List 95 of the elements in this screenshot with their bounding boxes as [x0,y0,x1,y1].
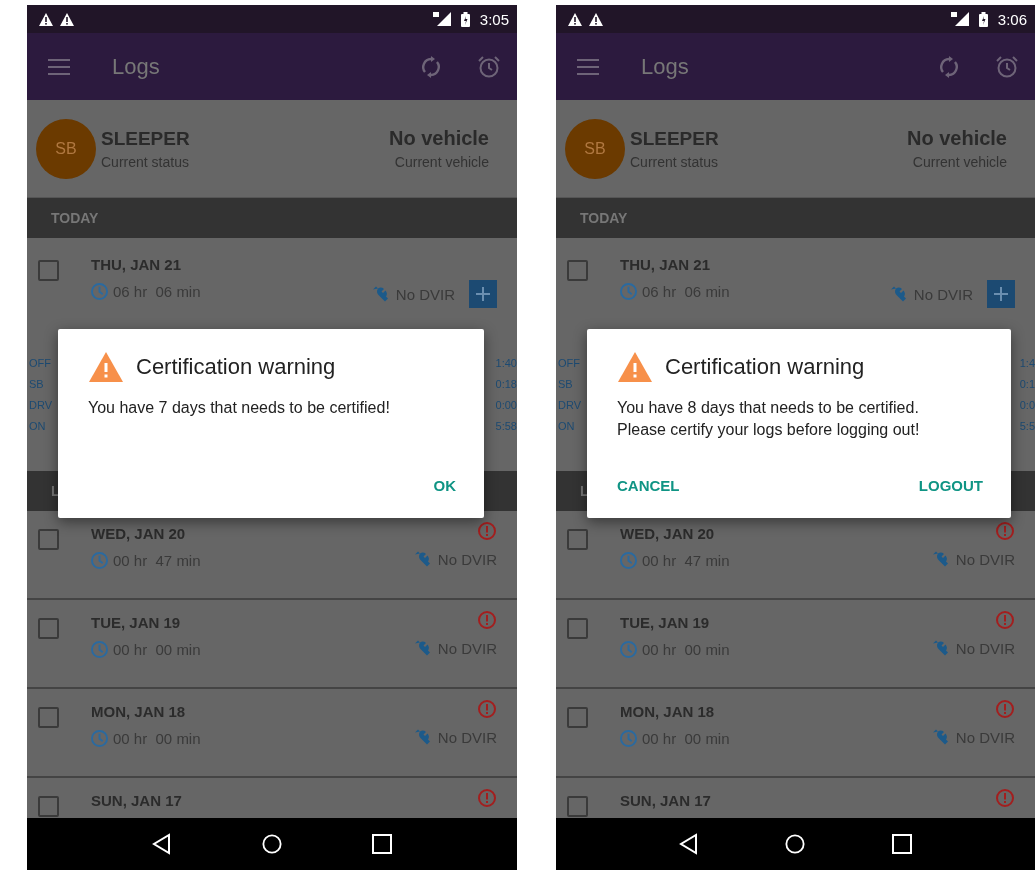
duty-total: 0:1 [1019,377,1035,392]
vehicle-value: No vehicle [906,127,1007,150]
plus-icon [475,286,491,302]
dialog-title: Certification warning [665,354,865,380]
duty-status-label: OFF [558,356,581,371]
duty-total: 5:58 [495,419,517,434]
warning-icon [88,351,124,383]
log-date[interactable]: SUN, JAN 17 [91,792,477,809]
menu-icon[interactable] [577,58,599,75]
checkbox[interactable] [38,707,59,728]
section-title: TODAY [51,210,99,226]
duty-status-label: DRV [29,398,53,413]
dialog-button[interactable]: OK [433,471,456,500]
log-date[interactable]: MON, JAN 18 [620,703,930,720]
clock-icon [91,552,108,569]
alert-icon [995,521,1015,541]
warning-icon [60,12,74,26]
clock-time: 3:06 [997,10,1027,28]
status-value: SLEEPER [630,127,719,150]
warning-icon [589,12,603,26]
clock-icon [620,730,637,747]
sync-icon[interactable] [419,54,443,79]
log-date[interactable]: SUN, JAN 17 [620,792,995,809]
checkbox[interactable] [567,707,588,728]
status-value: SLEEPER [101,127,190,150]
checkbox[interactable] [38,260,59,281]
duty-total: 0:0 [1019,398,1035,413]
duty-status-label: ON [29,419,47,434]
home-icon[interactable] [262,833,282,855]
sync-icon[interactable] [937,54,961,79]
log-date[interactable]: MON, JAN 18 [91,703,412,720]
checkbox[interactable] [567,618,588,639]
alert-icon [477,699,497,719]
section-title: TODAY [580,210,628,226]
warning-icon [568,12,582,26]
screen-title: Logs [112,53,160,80]
duty-total: 0:00 [495,398,517,413]
warning-icon [617,351,653,383]
clock-icon [91,730,108,747]
log-date[interactable]: THU, JAN 21 [91,256,370,273]
signal-icon [432,12,451,26]
duty-total: 0:18 [495,377,517,392]
log-date[interactable]: WED, JAN 20 [91,525,412,542]
log-date[interactable]: WED, JAN 20 [620,525,930,542]
duty-status-label: SB [29,377,45,392]
recents-icon[interactable] [372,833,392,855]
clock-icon [620,552,637,569]
alert-icon [477,521,497,541]
checkbox[interactable] [38,618,59,639]
alarm-clock-icon[interactable] [477,54,501,79]
vehicle-value: No vehicle [388,127,489,150]
alert-icon [995,610,1015,630]
alert-icon [477,788,497,808]
clock-icon [620,283,637,300]
battery-icon [978,11,988,27]
dialog-message: You have 8 days that needs to be certified. Please certify your logs before logging out! [617,398,921,440]
duty-total: 1:40 [495,356,517,371]
dialog-button[interactable]: LOGOUT [918,471,983,500]
alert-icon [995,788,1015,808]
checkbox[interactable] [567,529,588,550]
back-icon[interactable] [679,833,700,855]
duty-total: 1:4 [1019,356,1035,371]
log-date[interactable]: TUE, JAN 19 [620,614,930,631]
signal-icon [950,12,969,26]
add-button[interactable] [987,280,1015,308]
battery-icon [460,11,470,27]
log-date[interactable]: THU, JAN 21 [620,256,888,273]
plus-icon [993,286,1009,302]
home-icon[interactable] [785,833,806,855]
dialog-title: Certification warning [136,354,336,380]
dialog-button[interactable]: CANCEL [617,471,680,500]
menu-icon[interactable] [48,58,70,75]
clock-icon [91,283,108,300]
clock-icon [91,641,108,658]
duty-status-label: SB [558,377,574,392]
clock-icon [620,641,637,658]
checkbox[interactable] [567,260,588,281]
duty-total: 5:5 [1019,419,1035,434]
warning-icon [39,12,53,26]
back-icon[interactable] [152,833,172,855]
dialog-message: You have 7 days that needs to be certified! [88,398,391,418]
duty-status-label: DRV [558,398,582,413]
clock-time: 3:05 [479,10,509,28]
duty-status-label: OFF [29,356,52,371]
status-avatar: SB [565,118,625,179]
recents-icon[interactable] [891,833,912,855]
alert-icon [477,610,497,630]
add-button[interactable] [469,280,497,308]
alarm-clock-icon[interactable] [995,54,1019,79]
checkbox[interactable] [38,529,59,550]
alert-icon [995,699,1015,719]
status-avatar: SB [36,118,96,179]
screen-title: Logs [641,53,689,80]
duty-status-label: ON [558,419,576,434]
log-date[interactable]: TUE, JAN 19 [91,614,412,631]
